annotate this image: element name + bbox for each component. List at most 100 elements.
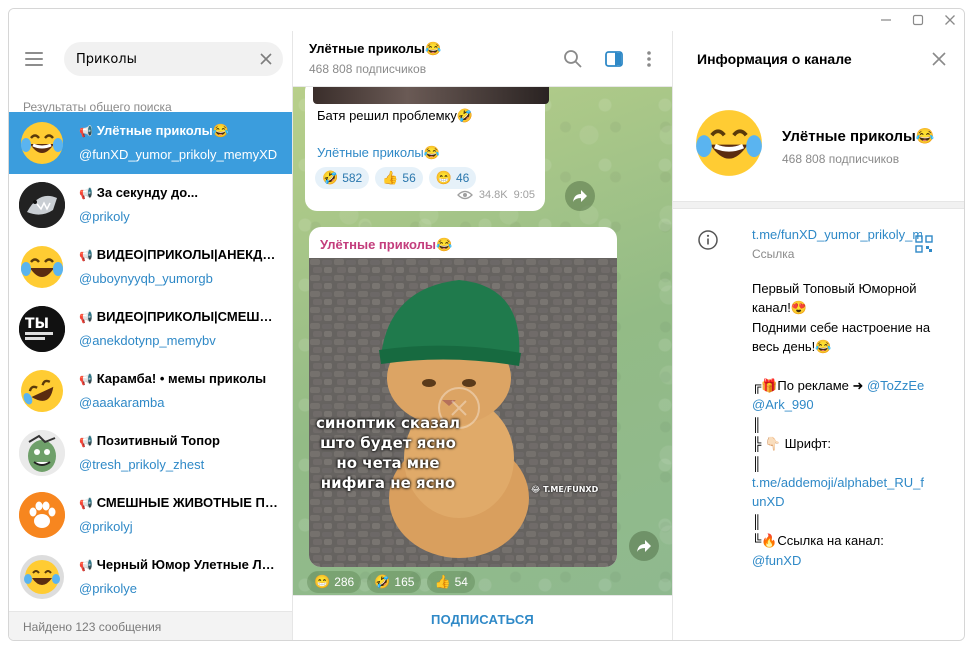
search-button[interactable] [561, 47, 585, 71]
reaction-count: 46 [455, 171, 470, 185]
view-count: 34.8K [478, 189, 508, 201]
message-author[interactable]: Улётные приколы😂 [320, 237, 452, 253]
result-item[interactable]: 📢 ВИДЕО|ПРИКОЛЫ|АНЕКДОТЫ @uboynyyqb_yumor… [9, 236, 292, 298]
avatar [19, 492, 65, 538]
result-handle: @anekdotynp_memybv [79, 333, 216, 348]
ad-contact-link[interactable]: @Ark_990 [752, 397, 814, 412]
result-item[interactable]: 📢 Улётные приколы😂 @funXD_yumor_prikoly_m… [9, 112, 292, 174]
description-line: Первый Топовый Юморной [752, 281, 917, 296]
maximize-button[interactable] [902, 9, 934, 31]
message-photo[interactable]: синоптик сказал што будет ясно но чета м… [309, 258, 617, 567]
result-handle: @prikolye [79, 581, 137, 596]
message-area: Батя решил проблемку🤣 Улётные приколы😂 🤣… [293, 87, 672, 595]
close-window-button[interactable] [934, 9, 964, 31]
description-blank-line [752, 357, 952, 376]
channel-info-panel: Информация о канале Улётные приколы😂 468… [672, 31, 964, 640]
reaction-emoji: 🤣 [374, 574, 391, 589]
result-item[interactable]: 📢 За секунду до... @prikoly [9, 174, 292, 236]
forward-button[interactable] [629, 531, 659, 561]
subscribe-bar: ПОДПИСАТЬСЯ [293, 595, 672, 640]
reaction-button[interactable]: 😁 286 [307, 571, 362, 593]
minimize-button[interactable] [870, 9, 902, 31]
channel-link-label: Ссылка [752, 247, 795, 261]
photo-caption-line: што будет ясно [320, 434, 456, 452]
description-line: unXD [752, 492, 952, 511]
megaphone-icon: 📢 [79, 498, 93, 510]
subscribe-button[interactable]: ПОДПИСАТЬСЯ [431, 612, 534, 627]
search-input[interactable] [76, 50, 246, 68]
cartoon-face-avatar-icon [19, 430, 65, 476]
app-window: Результаты общего поиска 📢Улётные прикол [8, 8, 965, 641]
megaphone-icon: 📢 [79, 188, 93, 200]
reaction-emoji: 👍 [382, 170, 399, 185]
sidebar-icon [605, 51, 623, 67]
close-info-button[interactable] [929, 49, 949, 69]
reaction-emoji: 😁 [435, 170, 452, 185]
channel-link[interactable]: t.me/funXD_yumor_prikoly_memyXD [752, 227, 922, 242]
chat-panel: Улётные приколы😂 468 808 подписчиков Бат… [293, 9, 672, 640]
channel-username-link[interactable]: @funXD [752, 553, 801, 568]
reaction-emoji: 🤣 [322, 170, 339, 185]
more-vertical-icon [647, 51, 651, 67]
search-panel: Результаты общего поиска 📢Улётные прикол [9, 31, 293, 640]
message-link[interactable]: Улётные приколы😂 [317, 145, 440, 161]
reaction-button[interactable]: 🤣 165 [367, 571, 422, 593]
channel-name: Улётные приколы😂 [782, 128, 935, 145]
laughing-emoji-icon [696, 110, 762, 176]
chat-subscribers: 468 808 подписчиков [309, 62, 427, 76]
description-line: @Ark_990 [752, 395, 952, 414]
font-link[interactable]: unXD [752, 494, 785, 509]
watermark-emoji-icon: 😂 [531, 485, 544, 494]
reaction-emoji: 😁 [314, 574, 331, 589]
result-item[interactable]: 📢 Позитивный Топор @tresh_prikoly_zhest [9, 422, 292, 484]
share-icon [637, 540, 651, 552]
clear-search-button[interactable] [257, 50, 275, 68]
message-bubble[interactable]: Улётные приколы😂 синоптик сказал што буд… [309, 227, 617, 567]
avatar [19, 244, 65, 290]
ad-contact-link[interactable]: @ToZzEe [867, 378, 924, 393]
result-item[interactable]: 📢 Черный Юмор Улетные Люди @prikolye [9, 546, 292, 608]
photo-caption-line: но чета мне [336, 454, 440, 472]
result-title: Карамба! • мемы приколы [96, 371, 267, 386]
info-icon [697, 229, 719, 251]
channel-avatar[interactable] [693, 107, 765, 179]
text-logo-avatar-icon: ТЫ [19, 306, 65, 352]
result-title: Улётные приколы😂 [96, 123, 229, 138]
result-item[interactable]: 📢СМЕШНЫЕ ЖИВОТНЫЕ ПРИКОЛЫ @prikolyj [9, 484, 292, 546]
toggle-sidebar-button[interactable] [602, 47, 626, 71]
reaction-count: 54 [454, 575, 468, 589]
message-bubble[interactable]: Батя решил проблемку🤣 Улётные приколы😂 🤣… [305, 87, 549, 211]
megaphone-icon: 📢 [79, 560, 93, 572]
rofl-emoji-icon [21, 370, 63, 412]
description-line: Подними себе настроение на [752, 319, 931, 335]
result-title: За секунду до... [96, 185, 199, 200]
channel-description: Первый Топовый Юморной канал!😍 Подними с… [752, 279, 952, 570]
reaction-button[interactable]: 👍 56 [375, 167, 423, 189]
photo-watermark: 😂 T.ME/FUNXD [531, 485, 598, 494]
laughing-emoji-icon [20, 555, 64, 599]
result-item[interactable]: 📢 Карамба! • мемы приколы @aaakaramba [9, 360, 292, 422]
result-handle: @prikoly [79, 209, 130, 224]
more-button[interactable] [637, 47, 661, 71]
reaction-button[interactable]: 👍 54 [427, 571, 475, 593]
reaction-button[interactable]: 🤣 582 [315, 167, 370, 189]
reaction-button[interactable]: 😁 46 [428, 167, 477, 189]
forward-button[interactable] [565, 181, 595, 211]
result-item[interactable]: ТЫ 📢 ВИДЕО|ПРИКОЛЫ|СМЕШНОЕ @anekdotynp_me… [9, 298, 292, 360]
result-title: СМЕШНЫЕ ЖИВОТНЫЕ ПРИКОЛЫ [96, 495, 279, 510]
font-link[interactable]: t.me/addemoji/alphabet_RU_f [752, 475, 924, 490]
reaction-count: 286 [334, 575, 355, 589]
result-handle: @prikolyj [79, 519, 133, 534]
shark-avatar-icon [19, 182, 65, 228]
megaphone-icon: 📢 [79, 374, 93, 386]
description-line: ╚🔥Ссылка на канал: [752, 533, 884, 549]
message-image[interactable] [313, 87, 549, 104]
avatar [19, 368, 65, 414]
description-line: канал!😍 [752, 300, 807, 316]
chat-header[interactable]: Улётные приколы😂 468 808 подписчиков [293, 31, 672, 87]
laughing-emoji-icon [21, 122, 63, 164]
menu-button[interactable] [23, 49, 47, 69]
qr-code-button[interactable] [915, 235, 933, 253]
avatar: ТЫ [19, 306, 65, 352]
laughing-emoji-icon [21, 246, 63, 288]
